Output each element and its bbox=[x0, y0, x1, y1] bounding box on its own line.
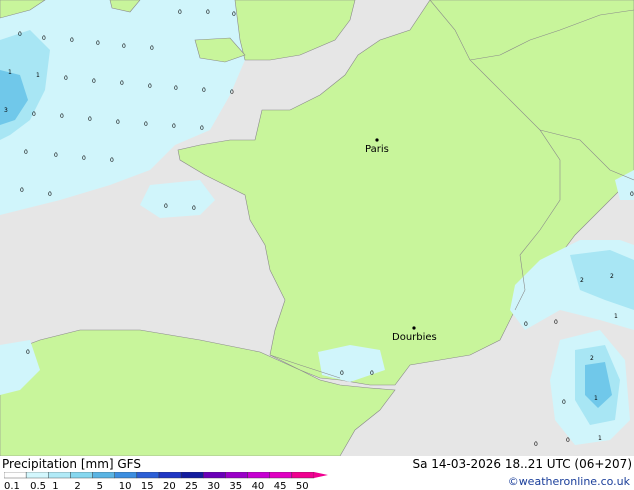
precip-value: 0 bbox=[148, 83, 152, 90]
colorbar-swatch bbox=[48, 472, 71, 479]
precip-value: 0 bbox=[562, 399, 566, 406]
precip-value: 0 bbox=[150, 45, 154, 52]
colorbar-tick-label: 40 bbox=[252, 481, 265, 490]
precip-value: 0 bbox=[64, 75, 68, 82]
precip-value: 0 bbox=[92, 78, 96, 85]
colorbar-tick-label: 10 bbox=[119, 481, 132, 490]
map-stage: Paris Dourbies 0 0 0 0 0 0 0 0 0 1 1 0 0… bbox=[0, 0, 634, 490]
precip-value: 3 bbox=[4, 107, 8, 114]
precip-value: 0 bbox=[18, 31, 22, 38]
precip-value: 0 bbox=[110, 157, 114, 164]
colorbar-tick-label: 15 bbox=[141, 481, 154, 490]
colorbar-swatch bbox=[92, 472, 115, 479]
colorbar-swatch bbox=[114, 472, 138, 479]
precip-value: 1 bbox=[614, 313, 618, 320]
precip-value: 1 bbox=[36, 72, 40, 79]
precip-value: 0 bbox=[32, 111, 36, 118]
precip-value: 0 bbox=[630, 191, 634, 198]
precip-value: 1 bbox=[598, 435, 602, 442]
precip-value: 0 bbox=[340, 370, 344, 377]
precip-value: 0 bbox=[172, 123, 176, 130]
precip-value: 0 bbox=[202, 87, 206, 94]
colorbar-tick-label: 1 bbox=[52, 481, 58, 490]
precip-value: 0 bbox=[26, 349, 30, 356]
colorbar-swatch bbox=[225, 472, 248, 479]
precip-colorbar: 0.1 0.5 1 2 5 10 15 20 25 30 35 40 45 50 bbox=[4, 472, 328, 490]
colorbar-tick-label: 0.1 bbox=[4, 481, 20, 490]
colorbar-swatch bbox=[158, 472, 182, 479]
colorbar-tick-label: 25 bbox=[185, 481, 198, 490]
precip-value: 0 bbox=[178, 9, 182, 16]
precip-value: 0 bbox=[370, 370, 374, 377]
colorbar-swatch bbox=[25, 472, 49, 479]
city-marker bbox=[412, 326, 416, 330]
colorbar-tick-label: 0.5 bbox=[30, 481, 46, 490]
precip-value: 0 bbox=[534, 441, 538, 448]
precip-value: 0 bbox=[88, 116, 92, 123]
colorbar-tick-label: 5 bbox=[97, 481, 103, 490]
precip-value: 0 bbox=[70, 37, 74, 44]
precipitation-map[interactable]: Paris Dourbies 0 0 0 0 0 0 0 0 0 1 1 0 0… bbox=[0, 0, 634, 456]
city-label: Dourbies bbox=[392, 332, 437, 343]
colorbar-arrow bbox=[314, 472, 328, 478]
colorbar-ticks: 0.1 0.5 1 2 5 10 15 20 25 30 35 40 45 50 bbox=[4, 481, 309, 490]
colorbar-swatch bbox=[180, 472, 204, 479]
precip-value: 0 bbox=[82, 155, 86, 162]
precip-value: 2 bbox=[590, 355, 594, 362]
forecast-datetime: Sa 14-03-2026 18..21 UTC (06+207) bbox=[412, 457, 632, 471]
precip-value: 0 bbox=[120, 80, 124, 87]
colorbar-tick-label: 30 bbox=[207, 481, 220, 490]
colorbar-swatch bbox=[269, 472, 293, 479]
precip-value: 0 bbox=[206, 9, 210, 16]
colorbar-tick-label: 2 bbox=[74, 481, 80, 490]
precip-value: 0 bbox=[60, 113, 64, 120]
city-label: Paris bbox=[365, 144, 389, 155]
precip-value: 0 bbox=[164, 203, 168, 210]
precip-value: 0 bbox=[54, 152, 58, 159]
precip-value: 0 bbox=[48, 191, 52, 198]
colorbar-swatch bbox=[203, 472, 226, 479]
city-marker bbox=[375, 138, 379, 142]
colorbar-tick-label: 50 bbox=[296, 481, 309, 490]
precip-value: 0 bbox=[192, 205, 196, 212]
precip-value: 0 bbox=[230, 89, 234, 96]
precip-value: 0 bbox=[144, 121, 148, 128]
colorbar-swatch bbox=[4, 472, 27, 479]
precip-value: 0 bbox=[20, 187, 24, 194]
precip-value: 2 bbox=[610, 273, 614, 280]
colorbar-tick-label: 45 bbox=[274, 481, 287, 490]
precip-value: 2 bbox=[580, 277, 584, 284]
precip-value: 0 bbox=[42, 35, 46, 42]
colorbar-tick-label: 20 bbox=[163, 481, 176, 490]
colorbar-swatches bbox=[4, 472, 328, 479]
precip-value: 0 bbox=[96, 40, 100, 47]
colorbar-swatch bbox=[291, 472, 315, 479]
colorbar-swatch bbox=[247, 472, 270, 479]
precip-value: 1 bbox=[8, 69, 12, 76]
map-footer: Precipitation [mm] GFS Sa 14-03-2026 18.… bbox=[0, 456, 634, 490]
legend-title: Precipitation [mm] GFS bbox=[2, 457, 141, 471]
colorbar-tick-label: 35 bbox=[229, 481, 242, 490]
source-credit[interactable]: ©weatheronline.co.uk bbox=[508, 475, 630, 488]
precip-value: 0 bbox=[116, 119, 120, 126]
precip-value: 0 bbox=[200, 125, 204, 132]
precip-value: 0 bbox=[174, 85, 178, 92]
precip-value: 0 bbox=[554, 319, 558, 326]
precip-value: 0 bbox=[122, 43, 126, 50]
colorbar-swatch bbox=[136, 472, 160, 479]
colorbar-swatch bbox=[70, 472, 93, 479]
precip-value: 0 bbox=[232, 11, 236, 18]
precip-value: 1 bbox=[594, 395, 598, 402]
precip-value: 0 bbox=[524, 321, 528, 328]
precip-value: 0 bbox=[566, 437, 570, 444]
precip-value: 0 bbox=[24, 149, 28, 156]
